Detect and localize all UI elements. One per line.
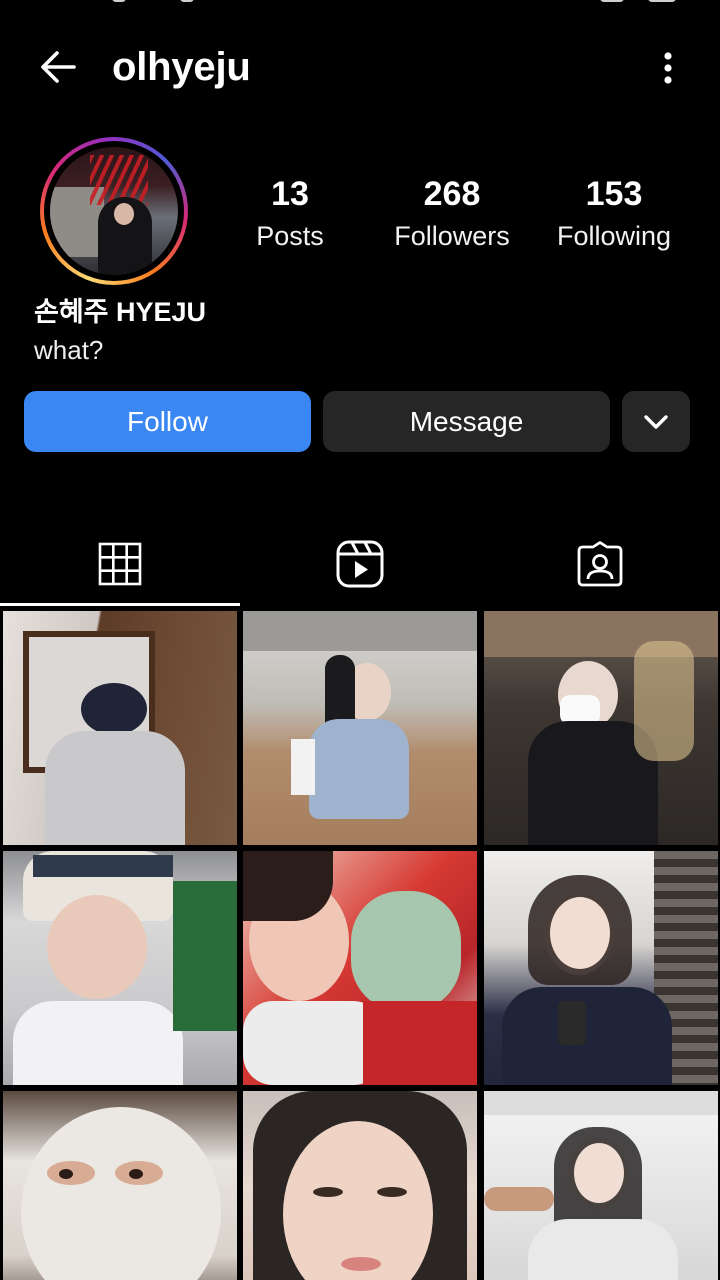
status-icon	[112, 0, 126, 2]
more-vertical-icon	[664, 52, 672, 84]
post-thumbnail[interactable]	[243, 1091, 477, 1280]
post-thumbnail[interactable]	[3, 851, 237, 1085]
stat-following[interactable]: 153 Following	[546, 172, 682, 256]
stat-followers[interactable]: 268 Followers	[382, 172, 522, 256]
profile-stats: 13 Posts 268 Followers 153 Following	[230, 172, 700, 262]
avatar	[50, 147, 178, 275]
tab-posts-grid[interactable]	[0, 520, 240, 608]
arrow-left-icon	[41, 51, 76, 83]
post-thumbnail[interactable]	[484, 1091, 718, 1280]
profile-header: olhyeju	[0, 30, 720, 104]
profile-username: olhyeju	[112, 45, 251, 89]
post-thumbnail[interactable]	[243, 851, 477, 1085]
posts-count: 13	[271, 175, 309, 213]
display-name: 손혜주 HYEJU	[34, 297, 207, 327]
active-tab-indicator	[0, 603, 240, 606]
post-thumbnail[interactable]	[484, 851, 718, 1085]
follow-button[interactable]: Follow	[24, 391, 311, 452]
message-button[interactable]: Message	[323, 391, 610, 452]
status-icon	[600, 0, 624, 2]
more-options-button[interactable]	[650, 48, 686, 88]
status-icon	[180, 0, 194, 2]
post-thumbnail[interactable]	[3, 1091, 237, 1280]
post-thumbnail[interactable]	[484, 611, 718, 845]
chevron-down-icon	[644, 414, 668, 429]
story-ring[interactable]	[40, 137, 188, 285]
reels-icon	[336, 540, 384, 588]
posts-label: Posts	[256, 221, 324, 251]
followers-count: 268	[423, 175, 481, 213]
grid-icon	[98, 542, 142, 586]
following-label: Following	[556, 221, 672, 251]
post-thumbnail[interactable]	[3, 611, 237, 845]
profile-screen: olhyeju 13 Posts 268 Followers 153 Follo…	[0, 0, 720, 1280]
post-thumbnail[interactable]	[243, 611, 477, 845]
followers-label: Followers	[394, 221, 510, 251]
status-bar	[0, 0, 720, 6]
tab-reels[interactable]	[240, 520, 480, 608]
battery-icon	[648, 0, 676, 2]
suggested-accounts-button[interactable]	[622, 391, 690, 452]
following-count: 153	[585, 175, 643, 213]
profile-tabs	[0, 520, 720, 608]
tagged-user-icon	[577, 541, 623, 587]
posts-grid	[0, 611, 720, 1280]
back-button[interactable]	[30, 44, 86, 90]
stat-posts[interactable]: 13 Posts	[230, 172, 350, 256]
tab-tagged[interactable]	[480, 520, 720, 608]
bio: what?	[34, 335, 104, 365]
